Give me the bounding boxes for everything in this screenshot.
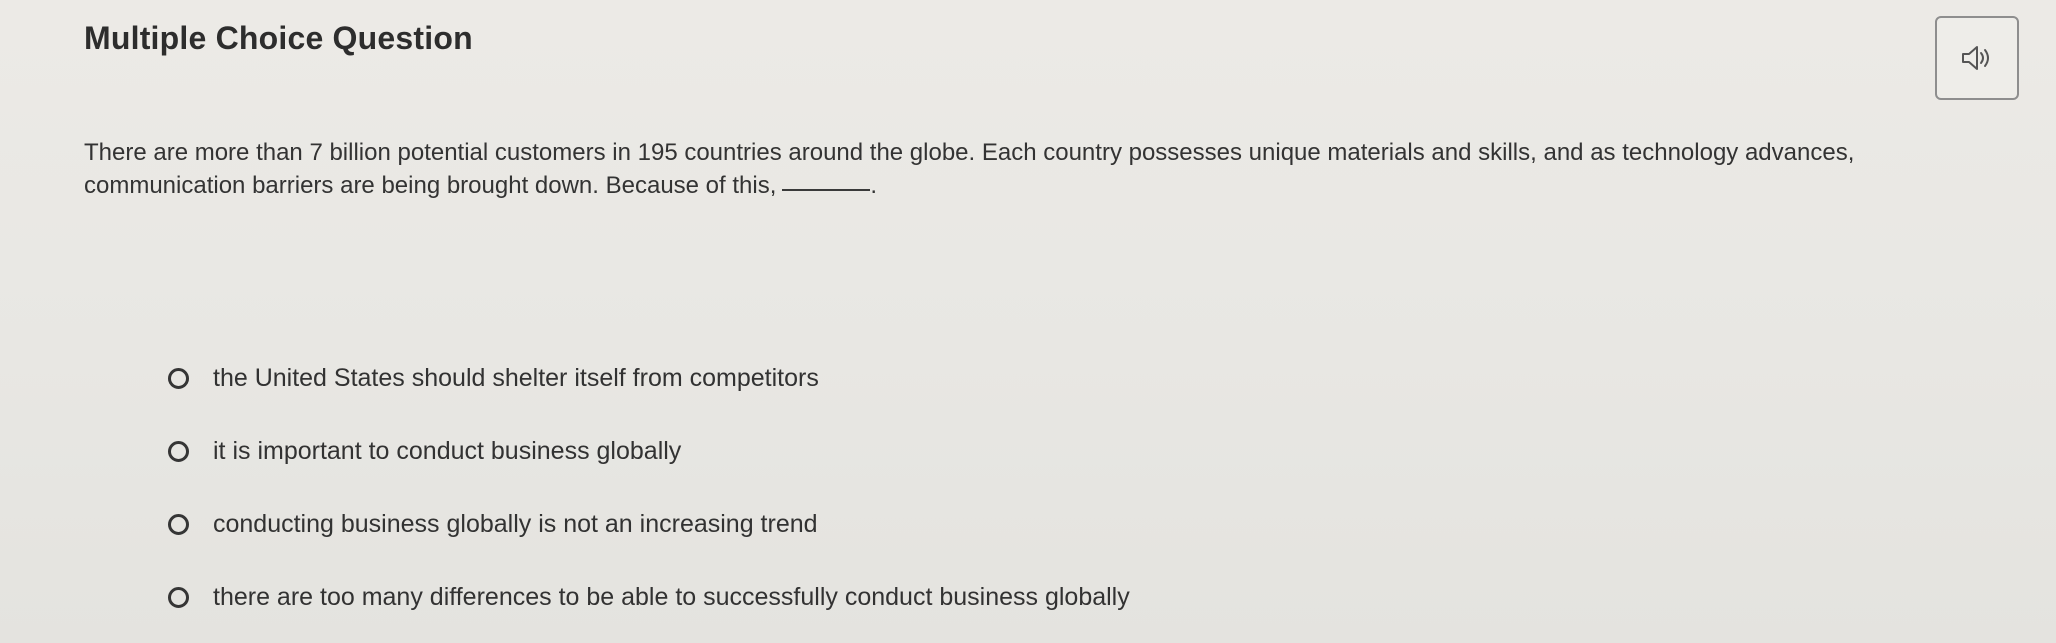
question-prompt-text: There are more than 7 billion potential … <box>84 139 1855 199</box>
choice-label: the United States should shelter itself … <box>213 364 819 392</box>
question-prompt-end: . <box>870 172 878 199</box>
choice-option-1[interactable]: the United States should shelter itself … <box>168 342 1130 415</box>
answer-blank <box>782 189 871 191</box>
speaker-icon <box>1962 46 1989 70</box>
choice-option-3[interactable]: conducting business globally is not an i… <box>168 488 1130 561</box>
choice-label: it is important to conduct business glob… <box>213 437 682 465</box>
choice-option-4[interactable]: there are too many differences to be abl… <box>168 561 1130 634</box>
question-type-title: Multiple Choice Question <box>84 20 473 56</box>
choice-label: conducting business globally is not an i… <box>213 510 818 538</box>
read-aloud-button[interactable] <box>1935 16 2019 100</box>
radio-button[interactable] <box>168 587 189 608</box>
radio-button[interactable] <box>168 368 189 389</box>
radio-button[interactable] <box>168 441 189 462</box>
choice-label: there are too many differences to be abl… <box>213 583 1130 611</box>
question-prompt: There are more than 7 billion potential … <box>84 136 1984 202</box>
answer-choices: the United States should shelter itself … <box>168 342 1130 634</box>
question-page: Multiple Choice Question There are more … <box>0 0 2056 643</box>
choice-option-2[interactable]: it is important to conduct business glob… <box>168 415 1130 488</box>
radio-button[interactable] <box>168 514 189 535</box>
